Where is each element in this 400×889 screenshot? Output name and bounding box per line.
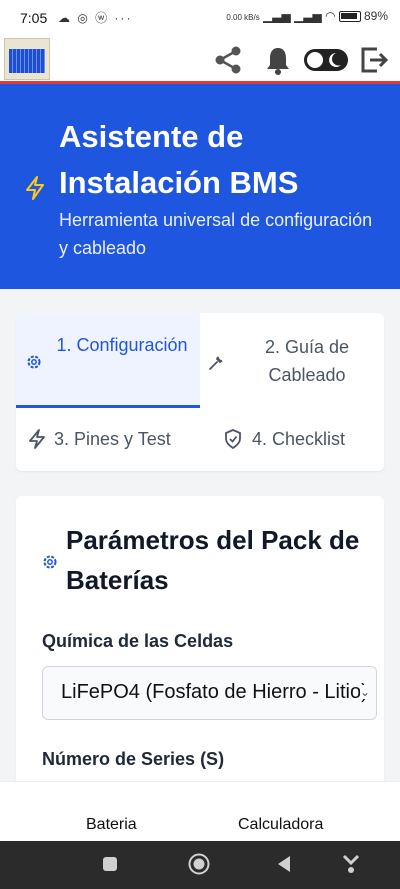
system-nav-bar <box>0 841 400 889</box>
keyboard-hide-icon[interactable] <box>340 852 362 881</box>
signal-icon: ▁▃▅ ▁▃▅ <box>263 9 322 23</box>
gear-icon <box>26 350 42 378</box>
tab-label: 4. Checklist <box>252 429 346 449</box>
bottom-tab-calculadora[interactable]: Calculadora <box>238 816 323 834</box>
tab-checklist[interactable]: 4. Checklist <box>206 413 384 465</box>
home-icon[interactable] <box>187 852 211 881</box>
notification-icons: ☁ ◎ ⓦ ··· <box>58 11 133 25</box>
tab-configuracion[interactable]: 1. Configuración <box>16 313 200 408</box>
step-tabs: 1. Configuración 2. Guía de Cableado 3. … <box>16 313 384 471</box>
tab-label: 1. Configuración <box>56 335 188 355</box>
recents-icon[interactable] <box>102 856 118 877</box>
system-icons: 0.00 kB/s ▁▃▅ ▁▃▅ ◠ 89% <box>226 9 388 23</box>
back-icon[interactable] <box>275 854 293 879</box>
bolt-icon <box>24 176 46 205</box>
page-title: Asistente de Instalación BMS <box>59 119 299 200</box>
logout-icon[interactable] <box>358 44 390 76</box>
status-bar: 7:05 ☁ ◎ ⓦ ··· 0.00 kB/s ▁▃▅ ▁▃▅ ◠ 89% <box>0 0 400 36</box>
share-icon[interactable] <box>212 44 244 76</box>
dark-mode-toggle[interactable] <box>303 44 349 76</box>
bottom-tab-bar: Bateria Calculadora <box>0 781 400 841</box>
page-subtitle: Herramienta universal de configuración y… <box>59 210 373 258</box>
chemistry-label: Química de las Celdas <box>42 631 234 651</box>
bottom-tab-bateria[interactable]: Bateria <box>86 816 137 834</box>
battery-icon <box>338 11 361 23</box>
network-speed: 0.00 kB/s <box>226 13 260 22</box>
bell-icon[interactable] <box>262 44 294 76</box>
section-title: Parámetros del Pack de Baterías <box>66 525 360 595</box>
chemistry-value: LiFePO4 (Fosfato de Hierro - Litio) <box>61 681 368 703</box>
chemistry-select[interactable]: LiFePO4 (Fosfato de Hierro - Litio) ⌄ <box>42 666 377 720</box>
tab-label: 3. Pines y Test <box>54 429 171 449</box>
tab-label: 2. Guía de Cableado <box>264 337 350 385</box>
app-toolbar <box>0 36 400 84</box>
battery-level: 89% <box>363 9 388 23</box>
series-label: Número de Series (S) <box>42 749 225 769</box>
wrench-icon <box>208 351 224 379</box>
tab-pines-test[interactable]: 3. Pines y Test <box>16 413 200 465</box>
gear-icon <box>42 554 58 575</box>
wifi-icon: ◠ <box>325 9 336 23</box>
tab-guia-cableado[interactable]: 2. Guía de Cableado <box>200 313 384 408</box>
hero-banner: Asistente de Instalación BMS Herramienta… <box>0 84 400 289</box>
pack-parameters-card: Parámetros del Pack de Baterías Química … <box>16 496 384 796</box>
bolt-icon <box>28 429 46 457</box>
shield-check-icon <box>224 429 242 457</box>
chevron-down-icon: ⌄ <box>359 685 370 699</box>
app-thumbnail[interactable] <box>4 38 50 80</box>
status-time: 7:05 <box>20 10 48 26</box>
